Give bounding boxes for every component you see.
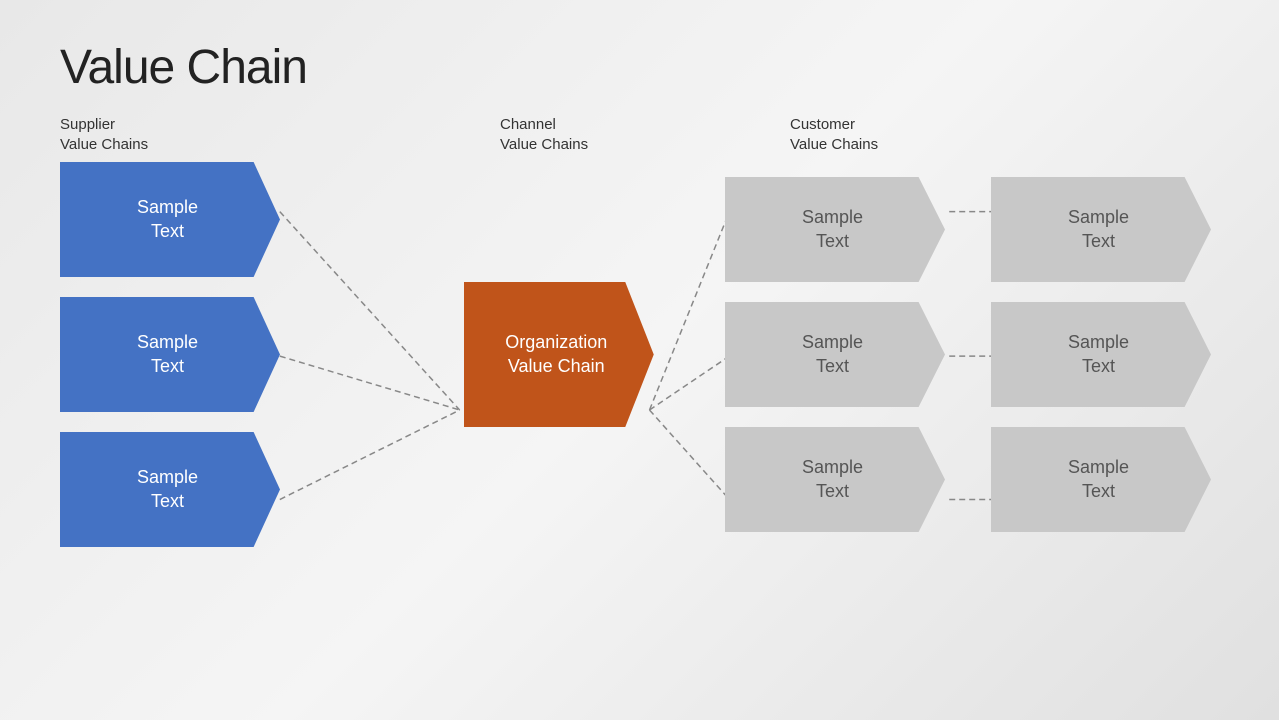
customer-arrow-1-text: Sample Text — [1063, 206, 1139, 253]
center-column: Organization Value Chain — [464, 282, 654, 427]
arrows-row: Sample Text Sample Text Sample Text Orga… — [60, 162, 1219, 547]
customer-label-cell: Customer Value Chains — [790, 115, 1030, 154]
center-arrow-text: Organization Value Chain — [500, 331, 617, 378]
channel-label-cell: Channel Value Chains — [500, 115, 740, 154]
channel-arrow-3-text: Sample Text — [797, 456, 873, 503]
customer-arrow-2-text: Sample Text — [1063, 331, 1139, 378]
supplier-label-cell: Supplier Value Chains — [60, 115, 300, 154]
supplier-arrow-3[interactable]: Sample Text — [60, 432, 280, 547]
center-arrow[interactable]: Organization Value Chain — [464, 282, 654, 427]
diagram-wrapper: Supplier Value Chains Channel Value Chai… — [60, 115, 1219, 705]
customer-arrow-3[interactable]: Sample Text — [991, 427, 1211, 532]
supplier-label: Supplier Value Chains — [60, 115, 300, 154]
channel-arrow-3[interactable]: Sample Text — [725, 427, 945, 532]
channel-arrow-1-text: Sample Text — [797, 206, 873, 253]
slide: Value Chain — [0, 0, 1279, 720]
customer-arrow-3-text: Sample Text — [1063, 456, 1139, 503]
supplier-arrow-2[interactable]: Sample Text — [60, 297, 280, 412]
supplier-arrow-2-text: Sample Text — [132, 331, 208, 378]
customer-label: Customer Value Chains — [790, 115, 1030, 154]
supplier-arrow-1-text: Sample Text — [132, 196, 208, 243]
channel-arrow-2-text: Sample Text — [797, 331, 873, 378]
supplier-arrow-1[interactable]: Sample Text — [60, 162, 280, 277]
supplier-arrow-3-text: Sample Text — [132, 466, 208, 513]
center-label-spacer — [300, 115, 500, 154]
channel-arrow-1[interactable]: Sample Text — [725, 177, 945, 282]
customer-column: Sample Text Sample Text Sample Text — [991, 177, 1219, 532]
channel-label: Channel Value Chains — [500, 115, 740, 154]
label-row: Supplier Value Chains Channel Value Chai… — [60, 115, 1219, 154]
customer-arrow-1[interactable]: Sample Text — [991, 177, 1211, 282]
page-title: Value Chain — [60, 40, 1219, 95]
customer-arrow-2[interactable]: Sample Text — [991, 302, 1211, 407]
channel-arrow-2[interactable]: Sample Text — [725, 302, 945, 407]
supplier-column: Sample Text Sample Text Sample Text — [60, 162, 288, 547]
channel-column: Sample Text Sample Text Sample Text — [725, 177, 953, 532]
gap-spacer — [740, 115, 790, 154]
